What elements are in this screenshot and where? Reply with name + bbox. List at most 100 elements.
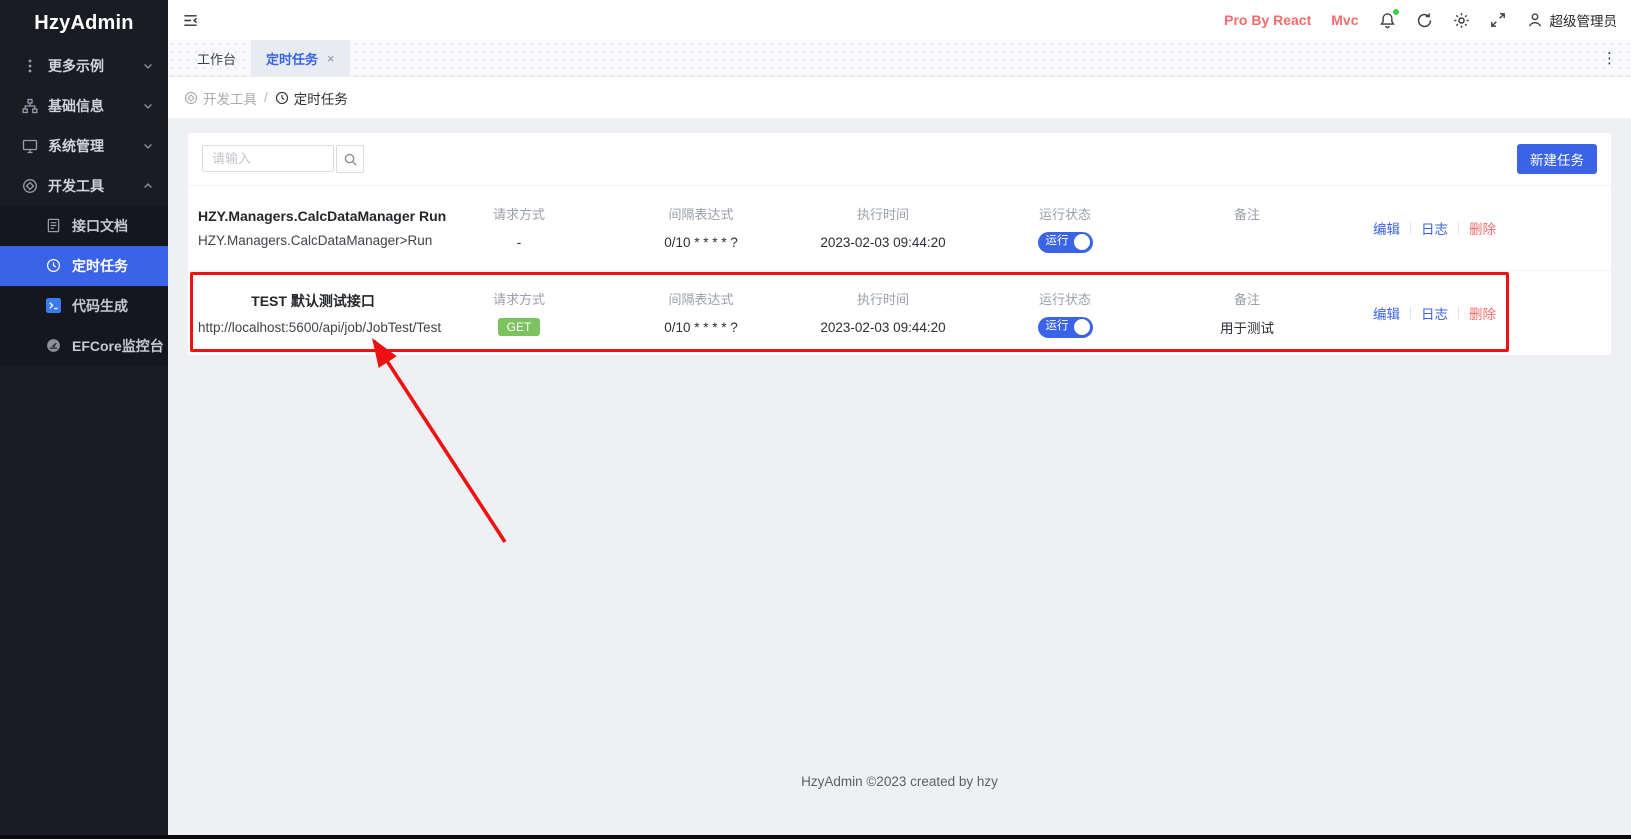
tab-workbench[interactable]: 工作台 — [182, 40, 251, 76]
exec-time-value: 2023-02-03 09:44:20 — [792, 232, 974, 253]
current-user-name: 超级管理员 — [1550, 10, 1618, 30]
breadcrumb-current: 定时任务 — [275, 88, 348, 108]
pro-by-react-link[interactable]: Pro By React — [1224, 12, 1311, 28]
task-name-cell: TEST 默认测试接口 http://localhost:5600/api/jo… — [188, 291, 428, 335]
sidebar-item-system-management[interactable]: 系统管理 — [0, 126, 168, 166]
tab-label: 定时任务 — [266, 49, 318, 68]
footer-text: HzyAdmin ©2023 created by hzy — [168, 774, 1631, 789]
tab-bar: 工作台 定时任务 × ⋮ — [168, 40, 1631, 77]
action-divider — [1458, 307, 1459, 319]
bottom-edge-strip — [0, 835, 1631, 839]
exec-time-cell: 执行时间 2023-02-03 09:44:20 — [792, 204, 974, 253]
sidebar-item-basic-info[interactable]: 基础信息 — [0, 86, 168, 126]
app-logo: HzyAdmin — [0, 0, 168, 46]
table-row: TEST 默认测试接口 http://localhost:5600/api/jo… — [188, 270, 1611, 355]
header-actions: Pro By React Mvc 超级管理员 — [1224, 10, 1617, 30]
tab-options-icon[interactable]: ⋮ — [1602, 40, 1617, 76]
clock-icon — [275, 91, 289, 105]
search-icon — [343, 152, 358, 167]
search-group — [202, 145, 364, 173]
log-link[interactable]: 日志 — [1421, 303, 1448, 323]
sidebar-submenu-dev-tools: 接口文档 定时任务 代码生成 EFCore监控台 — [0, 206, 168, 366]
remark-cell: 备注 用于测试 — [1156, 289, 1338, 338]
action-divider — [1410, 307, 1411, 319]
run-status-toggle[interactable]: 运行 — [1038, 232, 1093, 253]
user-menu[interactable]: 超级管理员 — [1527, 10, 1618, 30]
refresh-icon[interactable] — [1416, 12, 1433, 29]
top-header: Pro By React Mvc 超级管理员 — [168, 0, 1631, 40]
tasks-toolbar: 新建任务 — [188, 133, 1611, 185]
method-cell: 请求方式 GET — [428, 289, 610, 338]
chevron-down-icon — [142, 100, 154, 112]
chevron-down-icon — [142, 140, 154, 152]
sidebar-item-label: 定时任务 — [72, 256, 154, 276]
delete-link[interactable]: 删除 — [1469, 218, 1496, 238]
sidebar-item-dev-tools[interactable]: 开发工具 — [0, 166, 168, 206]
remark-value: 用于测试 — [1156, 317, 1338, 338]
breadcrumb-separator: / — [264, 90, 268, 105]
sidebar-menu: 更多示例 基础信息 系统管理 — [0, 46, 168, 366]
toggle-knob — [1074, 319, 1090, 335]
status-cell: 运行状态 运行 — [974, 289, 1156, 338]
sidebar-item-more-examples[interactable]: 更多示例 — [0, 46, 168, 86]
sidebar-item-label: 更多示例 — [48, 56, 142, 76]
cron-value: 0/10 * * * * ? — [610, 317, 792, 338]
notification-bell-icon[interactable] — [1379, 12, 1396, 29]
toggle-knob — [1074, 234, 1090, 250]
chevron-down-icon — [142, 60, 154, 72]
tab-label: 工作台 — [197, 49, 236, 68]
file-icon — [46, 218, 62, 234]
dashboard-icon — [46, 338, 62, 354]
sidebar-item-api-docs[interactable]: 接口文档 — [0, 206, 168, 246]
cron-cell: 间隔表达式 0/10 * * * * ? — [610, 204, 792, 253]
sidebar-item-efcore-monitor[interactable]: EFCore监控台 — [0, 326, 168, 366]
sidebar-item-code-generation[interactable]: 代码生成 — [0, 286, 168, 326]
task-target: http://localhost:5600/api/job/JobTest/Te… — [198, 320, 428, 335]
fullscreen-icon[interactable] — [1490, 12, 1507, 29]
run-status-toggle[interactable]: 运行 — [1038, 317, 1093, 338]
http-method-badge: GET — [498, 318, 541, 336]
cluster-icon — [22, 98, 38, 114]
row-actions: 编辑 日志 删除 — [1338, 218, 1611, 238]
search-input[interactable] — [202, 145, 334, 172]
task-name-cell: HZY.Managers.CalcDataManager Run HZY.Man… — [188, 208, 428, 248]
task-title: TEST 默认测试接口 — [198, 291, 428, 311]
edit-link[interactable]: 编辑 — [1373, 218, 1400, 238]
method-value: - — [428, 232, 610, 253]
more-icon — [22, 58, 38, 74]
edit-link[interactable]: 编辑 — [1373, 303, 1400, 323]
new-task-button[interactable]: 新建任务 — [1517, 144, 1597, 174]
main-area: Pro By React Mvc 超级管理员 — [168, 0, 1631, 839]
sidebar-item-label: EFCore监控台 — [72, 336, 164, 356]
task-target: HZY.Managers.CalcDataManager>Run — [198, 233, 428, 248]
search-button[interactable] — [336, 145, 364, 173]
row-actions: 编辑 日志 删除 — [1338, 303, 1611, 323]
sidebar-item-label: 接口文档 — [72, 216, 154, 236]
remark-value — [1156, 232, 1338, 253]
status-cell: 运行状态 运行 — [974, 204, 1156, 253]
remark-cell: 备注 — [1156, 204, 1338, 253]
page-content: 新建任务 HZY.Managers.CalcDataManager Run HZ… — [168, 118, 1631, 839]
sidebar-item-label: 系统管理 — [48, 136, 142, 156]
api-icon — [22, 178, 38, 194]
breadcrumb: 开发工具 / 定时任务 — [168, 77, 1631, 118]
chevron-up-icon — [142, 180, 154, 192]
close-icon[interactable]: × — [327, 52, 335, 65]
tab-scheduled-tasks[interactable]: 定时任务 × — [251, 40, 350, 76]
mvc-link[interactable]: Mvc — [1331, 12, 1358, 28]
log-link[interactable]: 日志 — [1421, 218, 1448, 238]
breadcrumb-parent[interactable]: 开发工具 — [184, 88, 257, 108]
settings-gear-icon[interactable] — [1453, 12, 1470, 29]
user-icon — [1527, 12, 1544, 29]
delete-link[interactable]: 删除 — [1469, 303, 1496, 323]
table-row: HZY.Managers.CalcDataManager Run HZY.Man… — [188, 185, 1611, 270]
task-title: HZY.Managers.CalcDataManager Run — [198, 208, 428, 224]
sidebar-item-scheduled-tasks[interactable]: 定时任务 — [0, 246, 168, 286]
menu-fold-icon[interactable] — [182, 12, 199, 29]
cron-cell: 间隔表达式 0/10 * * * * ? — [610, 289, 792, 338]
action-divider — [1458, 222, 1459, 234]
code-icon — [46, 298, 62, 314]
action-divider — [1410, 222, 1411, 234]
exec-time-value: 2023-02-03 09:44:20 — [792, 317, 974, 338]
notification-dot — [1393, 9, 1399, 15]
